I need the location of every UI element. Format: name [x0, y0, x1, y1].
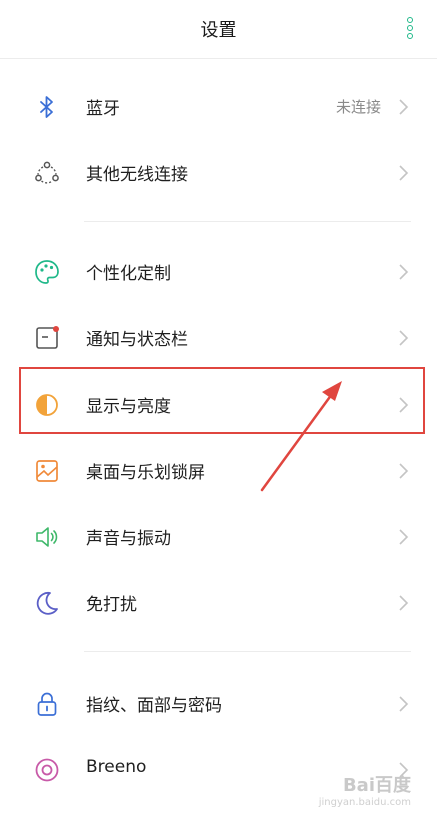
settings-item-other-wireless[interactable]: 其他无线连接	[0, 142, 437, 202]
settings-item-bluetooth[interactable]: 蓝牙 未连接	[0, 76, 437, 136]
highlight-box	[19, 367, 425, 434]
more-options-icon[interactable]	[407, 17, 415, 41]
settings-item-do-not-disturb[interactable]: 免打扰	[0, 572, 437, 632]
settings-item-label: Breeno	[86, 757, 147, 777]
settings-item-personalization[interactable]: 个性化定制	[0, 241, 437, 301]
settings-item-label: 桌面与乐划锁屏	[86, 463, 205, 483]
palette-icon	[35, 260, 59, 284]
bluetooth-icon	[40, 96, 53, 118]
chevron-right-icon	[399, 165, 409, 181]
chevron-right-icon	[399, 529, 409, 545]
chevron-right-icon	[399, 99, 409, 115]
section-divider	[84, 221, 411, 222]
top-bar: 设置	[0, 0, 437, 59]
page-title: 设置	[200, 20, 237, 41]
settings-item-label: 声音与振动	[86, 529, 171, 549]
settings-item-label: 个性化定制	[86, 264, 171, 284]
watermark: Bai百度 jingyan.baidu.com	[319, 771, 411, 808]
chevron-right-icon	[399, 595, 409, 611]
lock-icon	[37, 692, 57, 716]
chevron-right-icon	[399, 463, 409, 479]
settings-item-notifications[interactable]: 通知与状态栏	[0, 307, 437, 367]
watermark-sub: jingyan.baidu.com	[318, 797, 411, 808]
chevron-right-icon	[399, 696, 409, 712]
speaker-icon	[36, 527, 58, 547]
settings-item-label: 蓝牙	[86, 99, 120, 119]
bluetooth-status: 未连接	[335, 98, 381, 116]
settings-item-label: 指纹、面部与密码	[86, 696, 222, 716]
breeno-icon	[35, 758, 59, 782]
watermark-text: Bai百度	[342, 775, 411, 796]
settings-item-label: 通知与状态栏	[86, 330, 188, 350]
wallpaper-icon	[36, 460, 58, 482]
settings-item-label: 免打扰	[86, 595, 137, 615]
notification-icon	[36, 326, 59, 349]
section-divider	[84, 651, 411, 652]
settings-item-fingerprint-face-password[interactable]: 指纹、面部与密码	[0, 673, 437, 733]
moon-icon	[36, 591, 58, 615]
chevron-right-icon	[399, 330, 409, 346]
chevron-right-icon	[399, 264, 409, 280]
settings-item-label: 其他无线连接	[86, 165, 188, 185]
wireless-icon	[35, 161, 59, 184]
settings-item-desktop-lockscreen[interactable]: 桌面与乐划锁屏	[0, 440, 437, 500]
settings-item-sound-vibration[interactable]: 声音与振动	[0, 506, 437, 566]
